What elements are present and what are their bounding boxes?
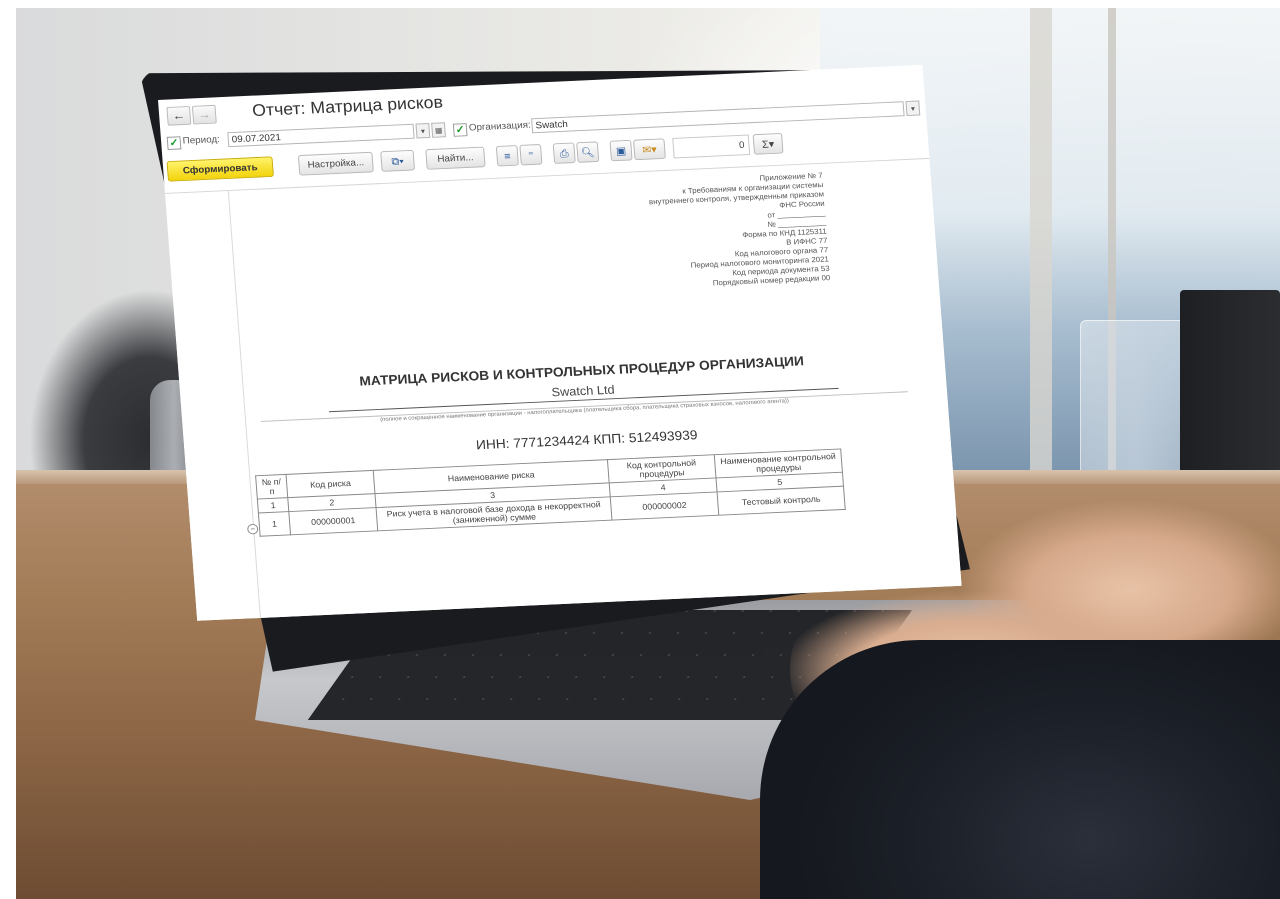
window-title: Отчет: Матрица рисков (251, 92, 444, 120)
column-number: 1 (257, 497, 289, 514)
settings-button[interactable]: Настройка... (297, 151, 374, 176)
find-button[interactable]: Найти... (425, 146, 486, 170)
table-cell: 000000001 (288, 507, 378, 535)
period-checkbox[interactable]: ✓ (166, 136, 182, 150)
printer-icon[interactable]: ⎙ (552, 142, 576, 164)
margin-line (227, 191, 261, 619)
dark-sleeve (760, 640, 1280, 899)
variants-icon[interactable]: ⧉▾ (380, 149, 416, 172)
group-expand-icon[interactable]: ≡ (495, 145, 519, 167)
dark-box (1180, 290, 1280, 500)
org-dropdown-icon[interactable]: ▾ (905, 100, 921, 117)
org-label: Организация: (468, 120, 532, 134)
left-white-margin (0, 0, 16, 899)
table-cell: 000000002 (610, 491, 719, 521)
collapse-group-icon[interactable]: − (246, 523, 259, 535)
floppy-icon[interactable]: ▣ (609, 139, 633, 162)
sum-icon[interactable]: Σ▾ (752, 132, 784, 155)
envelope-icon[interactable]: ✉▾ (633, 138, 666, 161)
report-document: Приложение № 7 к Требованиям к организац… (165, 157, 962, 621)
header-cell: № п/п (255, 474, 288, 500)
top-white-margin (0, 0, 1280, 8)
preview-icon[interactable]: 🔍︎ (576, 141, 600, 163)
risk-matrix-table: № п/п Код риска Наименование риска Код к… (255, 448, 846, 537)
laptop-screen: ← → Отчет: Матрица рисков ✓ Период: 09.0… (158, 64, 962, 621)
generate-button[interactable]: Сформировать (166, 156, 274, 182)
appendix-block: Приложение № 7 к Требованиям к организац… (647, 171, 831, 291)
forward-button[interactable]: → (191, 104, 217, 125)
calendar-icon[interactable]: ▦ (431, 122, 446, 138)
back-button[interactable]: ← (166, 106, 192, 126)
sum-field[interactable]: 0 (672, 134, 751, 159)
group-collapse-icon[interactable]: ⁼ (519, 144, 543, 166)
window-frame (1030, 0, 1052, 470)
period-label: Период: (182, 134, 221, 147)
table-cell: Тестовый контроль (717, 486, 846, 516)
period-dropdown-icon[interactable]: ▾ (415, 123, 431, 139)
table-cell: 1 (258, 511, 291, 537)
org-checkbox[interactable]: ✓ (452, 123, 468, 137)
